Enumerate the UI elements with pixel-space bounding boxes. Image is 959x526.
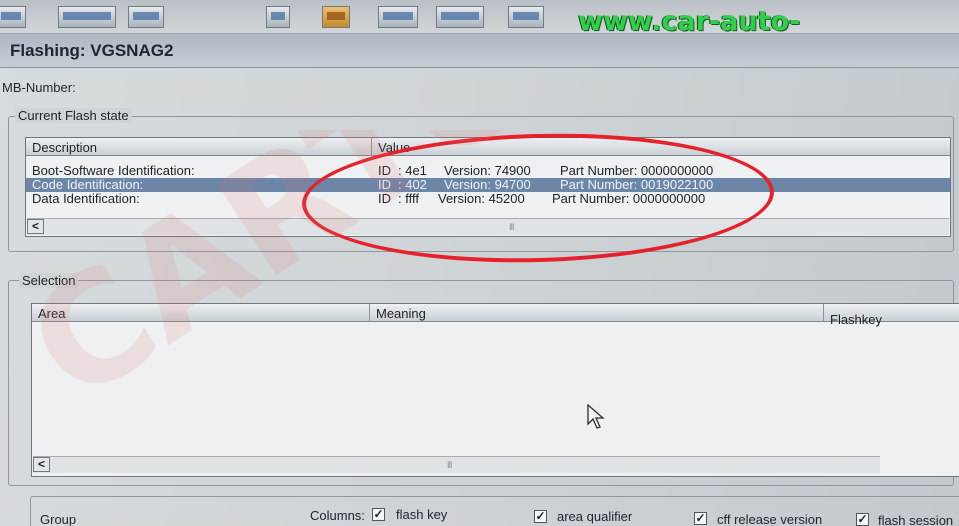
toolbar-button[interactable] (266, 6, 290, 28)
selection-hscrollbar[interactable]: < III (33, 456, 880, 473)
flash-session-option-label: flash session (878, 513, 954, 526)
flash-session-checkbox[interactable]: ✓ (856, 513, 869, 526)
toolbar-icon (271, 12, 285, 20)
window-titlebar: Flashing: VGSNAG2 (0, 34, 959, 68)
scroll-grip[interactable]: III (447, 460, 452, 470)
selection-legend: Selection (19, 273, 79, 288)
window-title: Flashing: VGSNAG2 (10, 41, 174, 60)
screen: www.car-auto-repair.com Flashing: VGSNAG… (0, 0, 959, 526)
column-header-description[interactable]: Description (26, 138, 372, 156)
toolbar-button[interactable] (322, 6, 350, 28)
area-qualifier-checkbox[interactable]: ✓ (534, 510, 547, 523)
toolbar-icon (133, 12, 159, 20)
toolbar-icon (1, 12, 21, 20)
folder-icon (327, 12, 345, 20)
selection-list[interactable]: Area Meaning Flashkey < III (31, 303, 959, 477)
selection-group: Selection Area Meaning Flashkey < III (8, 273, 959, 486)
column-header-flashkey[interactable]: Flashkey (824, 310, 959, 328)
columns-label: Columns: (310, 508, 365, 523)
column-header-area[interactable]: Area (32, 304, 370, 322)
flash-key-option-label: flash key (396, 507, 448, 522)
toolbar-button[interactable] (378, 6, 418, 28)
toolbar-button[interactable] (128, 6, 164, 28)
window-icon (383, 12, 413, 20)
toolbar-icon (63, 12, 111, 20)
toolbar-button[interactable] (436, 6, 484, 28)
selection-header: Area Meaning Flashkey (32, 304, 959, 327)
row-description: Data Identification: (32, 191, 140, 206)
current-flash-state-legend: Current Flash state (15, 108, 132, 123)
row-description: Boot-Software Identification: (32, 163, 195, 178)
group-label: Group (40, 512, 77, 526)
toolbar-button[interactable] (58, 6, 116, 28)
area-qualifier-option-label: area qualifier (557, 509, 633, 524)
row-description: Code Identification: (32, 177, 144, 192)
cff-release-version-option-label: cff release version (717, 512, 823, 526)
toolbar-icon (513, 12, 539, 20)
flash-key-checkbox[interactable]: ✓ (372, 508, 385, 521)
scroll-left-button[interactable]: < (33, 457, 50, 472)
column-header-meaning[interactable]: Meaning (370, 304, 824, 322)
toolbar-button[interactable] (508, 6, 544, 28)
toolbar-icon (441, 12, 479, 20)
cff-release-version-checkbox[interactable]: ✓ (694, 512, 707, 525)
toolbar-button[interactable] (0, 6, 26, 28)
toolbar: www.car-auto-repair.com (0, 0, 959, 68)
mb-number-label: MB-Number: (2, 80, 76, 95)
scroll-left-button[interactable]: < (27, 219, 44, 234)
mouse-cursor-icon (587, 404, 605, 429)
